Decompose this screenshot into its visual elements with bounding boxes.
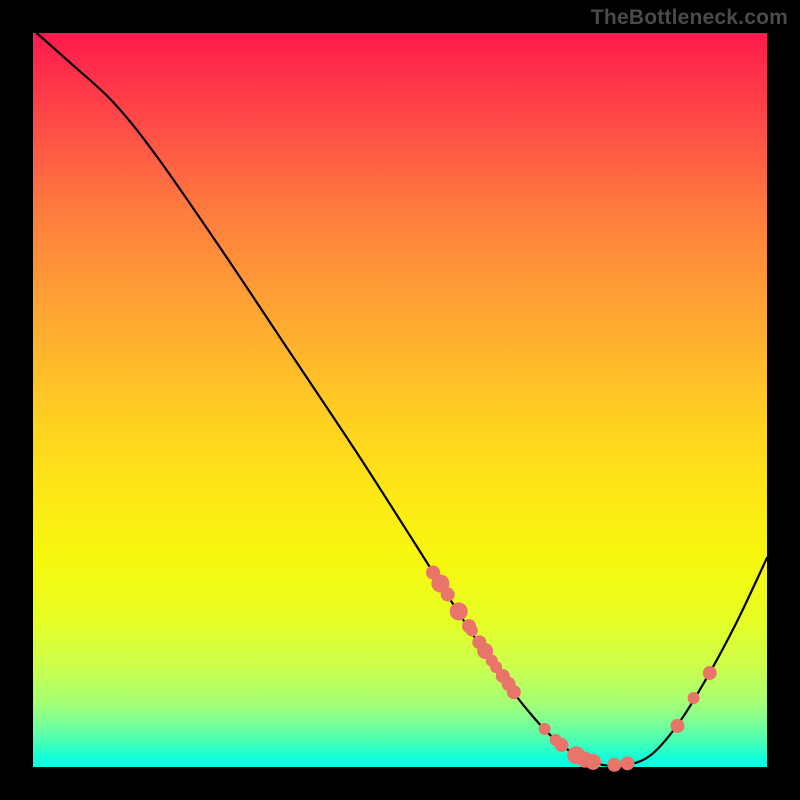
data-marker [554, 738, 568, 752]
chart-svg [33, 33, 767, 767]
data-marker [703, 666, 717, 680]
data-marker [688, 692, 700, 704]
data-markers [426, 565, 717, 771]
data-marker [539, 723, 551, 735]
bottleneck-curve [37, 33, 767, 766]
watermark-text: TheBottleneck.com [591, 6, 788, 30]
data-marker [670, 719, 684, 733]
data-marker [585, 754, 601, 770]
chart-area [33, 33, 767, 767]
data-marker [466, 624, 478, 636]
data-marker [607, 758, 621, 772]
data-marker [450, 602, 468, 620]
data-marker [621, 756, 635, 770]
data-marker [441, 588, 455, 602]
data-marker [507, 685, 521, 699]
